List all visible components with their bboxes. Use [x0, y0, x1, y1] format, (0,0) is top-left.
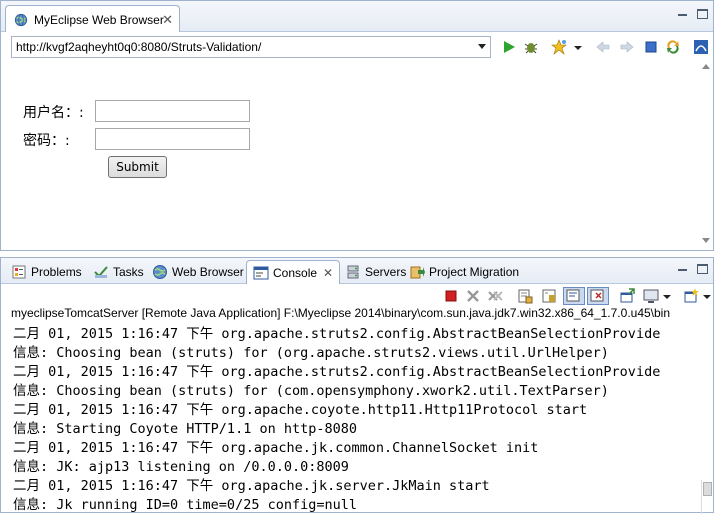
tab-web-browser[interactable]: Web Browser: [152, 260, 244, 284]
go-icon[interactable]: [501, 39, 517, 55]
stop-icon[interactable]: [643, 39, 659, 55]
console-line: 信息: Starting Coyote HTTP/1.1 on http-808…: [13, 421, 357, 437]
tab-servers-label: Servers: [365, 265, 407, 279]
tab-project-migration[interactable]: Project Migration: [409, 260, 519, 284]
open-console-icon[interactable]: [619, 288, 635, 304]
tab-problems[interactable]: Problems: [11, 260, 82, 284]
globe-icon: [153, 265, 167, 279]
console-line: 信息: Choosing bean (struts) for (org.apac…: [13, 345, 609, 361]
word-wrap-icon[interactable]: [563, 287, 585, 305]
migration-icon: [410, 266, 425, 279]
terminate-icon[interactable]: [443, 288, 459, 304]
browser-scrollbar[interactable]: [700, 62, 712, 250]
console-line: 信息: Choosing bean (struts) for (com.open…: [13, 383, 609, 399]
scroll-up-icon[interactable]: [702, 64, 710, 69]
tab-servers[interactable]: Servers: [345, 260, 406, 284]
chevron-down-icon[interactable]: [702, 288, 712, 304]
maximize-icon[interactable]: [697, 9, 708, 19]
console-line: 二月 01, 2015 1:16:47 下午 org.apache.jk.ser…: [13, 478, 490, 494]
console-process-title: myeclipseTomcatServer [Remote Java Appli…: [11, 306, 671, 320]
debug-icon[interactable]: [523, 39, 539, 55]
browser-content: 用户名：: 密码：: Submit: [1, 62, 713, 250]
console-line: 信息: Jk running ID=0 time=0/25 config=nul…: [13, 497, 357, 513]
problems-icon: [12, 265, 26, 279]
refresh-icon[interactable]: [665, 39, 681, 55]
maximize-icon[interactable]: [697, 264, 708, 274]
console-scrollbar[interactable]: [701, 480, 713, 514]
tab-tasks[interactable]: Tasks: [93, 260, 144, 284]
browser-tab-bar: MyEclipse Web Browser ✕: [1, 1, 713, 33]
bottom-tab-bar: Problems Tasks Web Browser Console ✕ Ser…: [1, 258, 713, 284]
username-label: 用户名：:: [23, 105, 84, 121]
remove-all-icon[interactable]: [487, 288, 503, 304]
console-line: 二月 01, 2015 1:16:47 下午 org.apache.jk.com…: [13, 440, 539, 456]
tab-console-label: Console: [273, 265, 318, 280]
new-console-icon[interactable]: [683, 288, 699, 304]
remove-launch-icon[interactable]: [465, 288, 481, 304]
clear-console-icon[interactable]: [517, 288, 533, 304]
scroll-lock-icon[interactable]: [541, 288, 557, 304]
tab-web-browser-label: Web Browser: [172, 265, 244, 279]
minimize-icon[interactable]: [677, 264, 688, 274]
favorites-icon[interactable]: [551, 39, 567, 55]
console-view: Problems Tasks Web Browser Console ✕ Ser…: [0, 257, 714, 514]
console-line: 二月 01, 2015 1:16:47 下午 org.apache.coyote…: [13, 402, 588, 418]
username-input[interactable]: [95, 100, 250, 122]
minimize-icon[interactable]: [677, 9, 688, 19]
tab-myeclipse-web-browser[interactable]: MyEclipse Web Browser ✕: [5, 5, 180, 33]
back-icon[interactable]: [595, 39, 611, 55]
chevron-down-icon[interactable]: [573, 39, 583, 55]
tab-console[interactable]: Console ✕: [246, 260, 341, 284]
console-toolbar: [1, 284, 713, 306]
close-icon[interactable]: ✕: [162, 12, 173, 28]
forward-icon[interactable]: [619, 39, 635, 55]
console-icon: [253, 266, 269, 279]
chevron-down-icon[interactable]: [662, 288, 672, 304]
chevron-down-icon[interactable]: [478, 44, 486, 49]
pin-console-icon[interactable]: [587, 287, 609, 305]
tab-problems-label: Problems: [31, 265, 82, 279]
globe-icon: [14, 13, 28, 26]
web-browser-view: MyEclipse Web Browser ✕ http://kvgf2aqhe…: [0, 0, 714, 251]
password-row: 密码：:: [23, 130, 70, 150]
servers-icon: [347, 265, 359, 279]
password-label: 密码：:: [23, 133, 70, 149]
close-icon[interactable]: ✕: [323, 266, 333, 280]
console-line: 二月 01, 2015 1:16:47 下午 org.apache.struts…: [13, 326, 661, 342]
console-line: 二月 01, 2015 1:16:47 下午 org.apache.struts…: [13, 364, 661, 380]
tasks-icon: [94, 266, 108, 278]
password-input[interactable]: [95, 128, 250, 150]
scroll-down-icon[interactable]: [702, 238, 710, 243]
display-console-icon[interactable]: [643, 288, 659, 304]
scroll-thumb[interactable]: [703, 482, 712, 496]
tab-tasks-label: Tasks: [113, 265, 144, 279]
url-text: http://kvgf2aqheyht0q0:8080/Struts-Valid…: [16, 40, 262, 54]
app-icon[interactable]: [693, 39, 709, 55]
browser-tab-label: MyEclipse Web Browser: [34, 12, 164, 27]
console-output[interactable]: 二月 01, 2015 1:16:47 下午 org.apache.struts…: [13, 325, 703, 513]
console-line: 信息: JK: ajp13 listening on /0.0.0.0:8009: [13, 459, 349, 475]
submit-button[interactable]: Submit: [108, 156, 167, 178]
tab-project-migration-label: Project Migration: [429, 265, 520, 279]
username-row: 用户名：:: [23, 102, 84, 122]
url-input[interactable]: http://kvgf2aqheyht0q0:8080/Struts-Valid…: [11, 36, 491, 58]
